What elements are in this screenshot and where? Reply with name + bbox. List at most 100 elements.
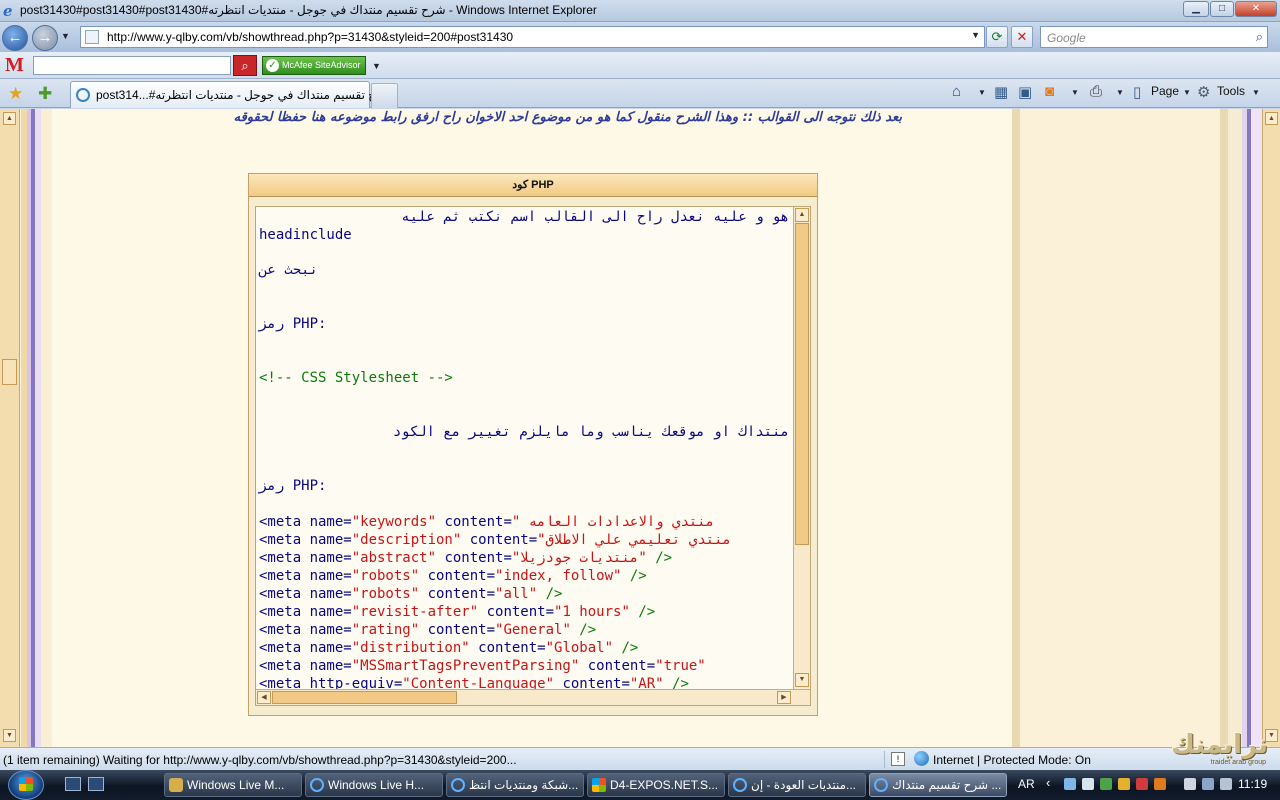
window-title: post31430#post31430#post31430#شرح تقسيم …: [20, 3, 597, 17]
page-menu[interactable]: Page: [1151, 84, 1179, 98]
tray-app-icon[interactable]: [1136, 778, 1148, 790]
home-dropdown-icon[interactable]: ▼: [978, 88, 986, 97]
code-horizontal-scrollbar[interactable]: ◀ ▶: [256, 689, 810, 705]
favorites-star-icon[interactable]: ★: [8, 84, 23, 104]
scroll-up-icon[interactable]: ▲: [1265, 112, 1278, 125]
taskbar-item[interactable]: منتديات العودة - إن...: [728, 773, 866, 797]
code-attribute: "revisit-after": [351, 604, 479, 620]
code-box: هو و عليه نعدل راح الى القالب اسم نكتب ث…: [255, 206, 811, 706]
code-line: <meta name="robots" content="all" />: [259, 585, 562, 603]
url-text[interactable]: http://www.y-qlby.com/vb/showthread.php?…: [107, 30, 513, 44]
taskbar-item[interactable]: D4-EXPOS.NET.S...: [587, 773, 725, 797]
search-icon[interactable]: ⌕: [1256, 29, 1263, 45]
scroll-up-icon[interactable]: ▲: [3, 112, 16, 125]
scroll-left-icon[interactable]: ◀: [257, 691, 271, 704]
print-icon[interactable]: ⎙: [1090, 83, 1102, 100]
tab-active[interactable]: post314...#شرح تقسيم منتداك في جوجل - من…: [70, 81, 393, 108]
tray-app-icon[interactable]: [1100, 778, 1112, 790]
code-attribute: "Content-Language": [402, 676, 555, 689]
maximize-button[interactable]: □: [1210, 1, 1234, 17]
left-scroll-thumb[interactable]: [2, 359, 17, 385]
tray-app-icon[interactable]: [1082, 778, 1094, 790]
network-icon[interactable]: [1064, 778, 1076, 790]
taskbar-item-label: منتديات العودة - إن...: [751, 778, 857, 792]
post-headline: بعد ذلك نتوجه الى القوالب :: وهذا الشرح …: [233, 110, 902, 125]
taskbar-item[interactable]: شبكة ومنتديات انتظ...: [446, 773, 584, 797]
network-status-icon[interactable]: [1202, 778, 1214, 790]
language-indicator[interactable]: AR: [1018, 777, 1035, 791]
home-icon[interactable]: ⌂: [952, 83, 961, 100]
rss-feed-icon[interactable]: ◙: [1045, 83, 1054, 100]
tray-expand-icon[interactable]: ‹: [1046, 775, 1050, 790]
tab-loading-icon: [76, 88, 90, 102]
taskbar-item[interactable]: Windows Live M...: [164, 773, 302, 797]
code-value: "all": [495, 586, 538, 602]
siteadvisor-button[interactable]: ✓ McAfee SiteAdvisor: [262, 56, 366, 75]
code-tag: <meta http-equiv=: [259, 676, 403, 689]
scroll-down-icon[interactable]: ▼: [3, 729, 16, 742]
clock[interactable]: 11:19: [1238, 777, 1267, 791]
print-dropdown-icon[interactable]: ▼: [1116, 88, 1124, 97]
code-line: <meta http-equiv="Content-Language" cont…: [259, 675, 689, 689]
php-code-block: كود PHP هو و عليه نعدل راح الى القالب اس…: [248, 173, 818, 716]
tray-app-icon[interactable]: [1154, 778, 1166, 790]
toolbar-search-input[interactable]: [33, 56, 231, 75]
tools-menu[interactable]: Tools: [1217, 84, 1245, 98]
code-keyword: content=: [436, 550, 512, 566]
code-keyword: content=: [554, 676, 630, 689]
border-decoration: [1220, 109, 1228, 747]
show-desktop-icon[interactable]: [65, 777, 81, 791]
border-decoration: [1012, 109, 1020, 747]
code-line: منتداك او موقعك يناسب وما مايلزم تغيير م…: [392, 424, 789, 440]
right-scrollbar[interactable]: ▲ ▼: [1262, 109, 1280, 747]
toolbar-search-button[interactable]: ⌕: [233, 55, 257, 76]
page-dropdown-icon[interactable]: ▼: [1183, 88, 1191, 97]
rss-dropdown-icon[interactable]: ▼: [1071, 88, 1079, 97]
volume-icon[interactable]: [1220, 778, 1232, 790]
page-icon: [85, 30, 99, 44]
security-zone-text[interactable]: Internet | Protected Mode: On: [933, 753, 1091, 767]
refresh-icon[interactable]: ⟳: [986, 26, 1008, 48]
url-field[interactable]: http://www.y-qlby.com/vb/showthread.php?…: [80, 26, 985, 48]
code-scroll-thumb[interactable]: [795, 223, 809, 545]
new-tab-button[interactable]: [371, 83, 398, 108]
add-favorite-icon[interactable]: ✚: [38, 84, 52, 104]
code-hscroll-thumb[interactable]: [272, 691, 457, 704]
stop-icon[interactable]: ✕: [1011, 26, 1033, 48]
tray-app-icon[interactable]: [1118, 778, 1130, 790]
forward-button[interactable]: →: [32, 25, 58, 51]
code-keyword: content=: [469, 640, 546, 656]
tools-dropdown-icon[interactable]: ▼: [1252, 88, 1260, 97]
left-scrollbar[interactable]: ▲ ▼: [0, 109, 20, 747]
ie-icon: [874, 778, 888, 792]
close-button[interactable]: ✕: [1235, 1, 1277, 17]
scroll-down-icon[interactable]: ▼: [795, 673, 809, 687]
code-value: " منتدي والاعدادات العامه: [511, 514, 715, 530]
search-input[interactable]: Google ⌕: [1040, 26, 1268, 48]
popup-blocker-icon[interactable]: !: [891, 752, 905, 766]
code-line: headinclude: [259, 227, 352, 243]
mcafee-logo-icon[interactable]: M: [5, 55, 24, 75]
safely-remove-icon[interactable]: [1184, 778, 1196, 790]
siteadvisor-dropdown-icon[interactable]: ▼: [372, 61, 381, 71]
code-vertical-scrollbar[interactable]: ▲ ▼: [793, 207, 810, 689]
start-button[interactable]: [2, 770, 48, 800]
code-tag: <meta name=: [259, 640, 352, 656]
scroll-up-icon[interactable]: ▲: [795, 208, 809, 222]
code-keyword: content=: [419, 568, 496, 584]
feeds-view-icon[interactable]: ▣: [1018, 83, 1032, 101]
url-dropdown-icon[interactable]: ▼: [971, 30, 980, 40]
code-line: هو و عليه نعدل راح الى القالب اسم نكتب ث…: [401, 209, 789, 225]
taskbar-item-label: Windows Live H...: [328, 778, 425, 792]
page-icon: ▯: [1133, 84, 1142, 101]
switch-windows-icon[interactable]: [88, 777, 104, 791]
history-dropdown-icon[interactable]: ▼: [61, 31, 70, 41]
scroll-right-icon[interactable]: ▶: [777, 691, 791, 704]
code-line: <meta name="robots" content="index, foll…: [259, 567, 647, 585]
taskbar-item-active[interactable]: شرح تقسيم منتداك ...: [869, 773, 1007, 797]
minimize-button[interactable]: ▁: [1183, 1, 1209, 17]
taskbar-item[interactable]: Windows Live H...: [305, 773, 443, 797]
back-button[interactable]: ←: [2, 25, 28, 51]
code-block-header: كود PHP: [249, 174, 817, 197]
web-slice-icon[interactable]: ▦: [994, 83, 1008, 101]
